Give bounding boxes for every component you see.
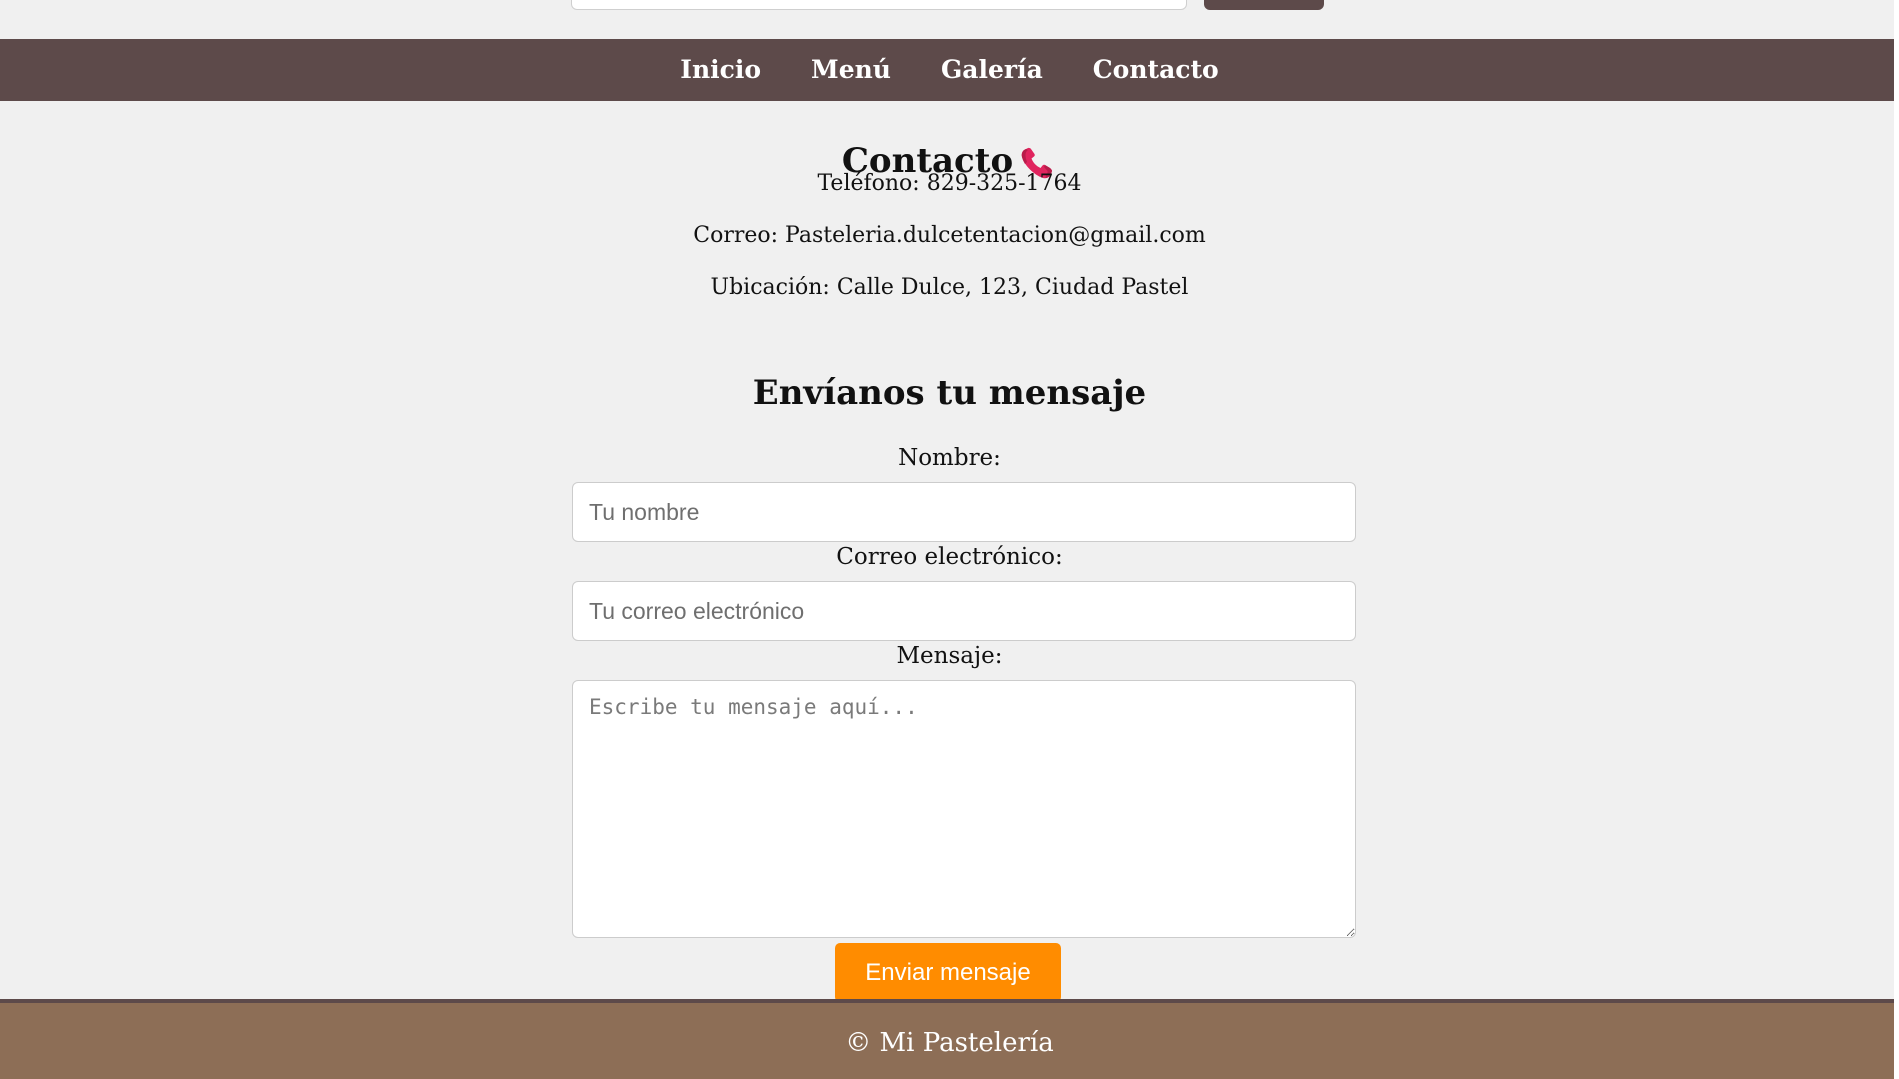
nav-link-inicio[interactable]: Inicio xyxy=(655,39,786,101)
form-heading: Envíanos tu mensaje xyxy=(752,373,1147,413)
message-label: Mensaje: xyxy=(896,643,1003,669)
name-field[interactable] xyxy=(572,482,1356,542)
search-button[interactable] xyxy=(1204,0,1324,10)
contact-phone: Teléfono: 829-325-1764 xyxy=(817,171,1082,196)
nav-item-inicio: Inicio xyxy=(655,39,786,101)
footer: © Mi Pastelería xyxy=(0,999,1899,1079)
nav-link-menu[interactable]: Menú xyxy=(786,39,916,101)
page-edge xyxy=(1894,0,1899,1079)
main-navigation: Inicio Menú Galería Contacto xyxy=(0,39,1899,101)
email-field[interactable] xyxy=(572,581,1356,641)
nav-link-contacto[interactable]: Contacto xyxy=(1068,39,1244,101)
message-textarea[interactable] xyxy=(572,680,1356,938)
email-label: Correo electrónico: xyxy=(836,544,1063,570)
nav-list: Inicio Menú Galería Contacto xyxy=(0,39,1899,101)
page: Inicio Menú Galería Contacto Contacto Te… xyxy=(0,0,1899,1079)
nav-item-contacto: Contacto xyxy=(1068,39,1244,101)
footer-copyright: © Mi Pastelería xyxy=(845,1028,1054,1058)
nav-item-galeria: Galería xyxy=(916,39,1068,101)
contact-section: Contacto Teléfono: 829-325-1764 Correo: … xyxy=(0,101,1899,1002)
contact-email: Correo: Pasteleria.dulcetentacion@gmail.… xyxy=(693,223,1206,248)
contact-location: Ubicación: Calle Dulce, 123, Ciudad Past… xyxy=(710,275,1189,300)
name-label: Nombre: xyxy=(898,445,1001,471)
top-strip xyxy=(0,0,1899,39)
search-input[interactable] xyxy=(571,0,1187,10)
send-message-button[interactable]: Enviar mensaje xyxy=(835,943,1061,1002)
nav-link-galeria[interactable]: Galería xyxy=(916,39,1068,101)
nav-item-menu: Menú xyxy=(786,39,916,101)
